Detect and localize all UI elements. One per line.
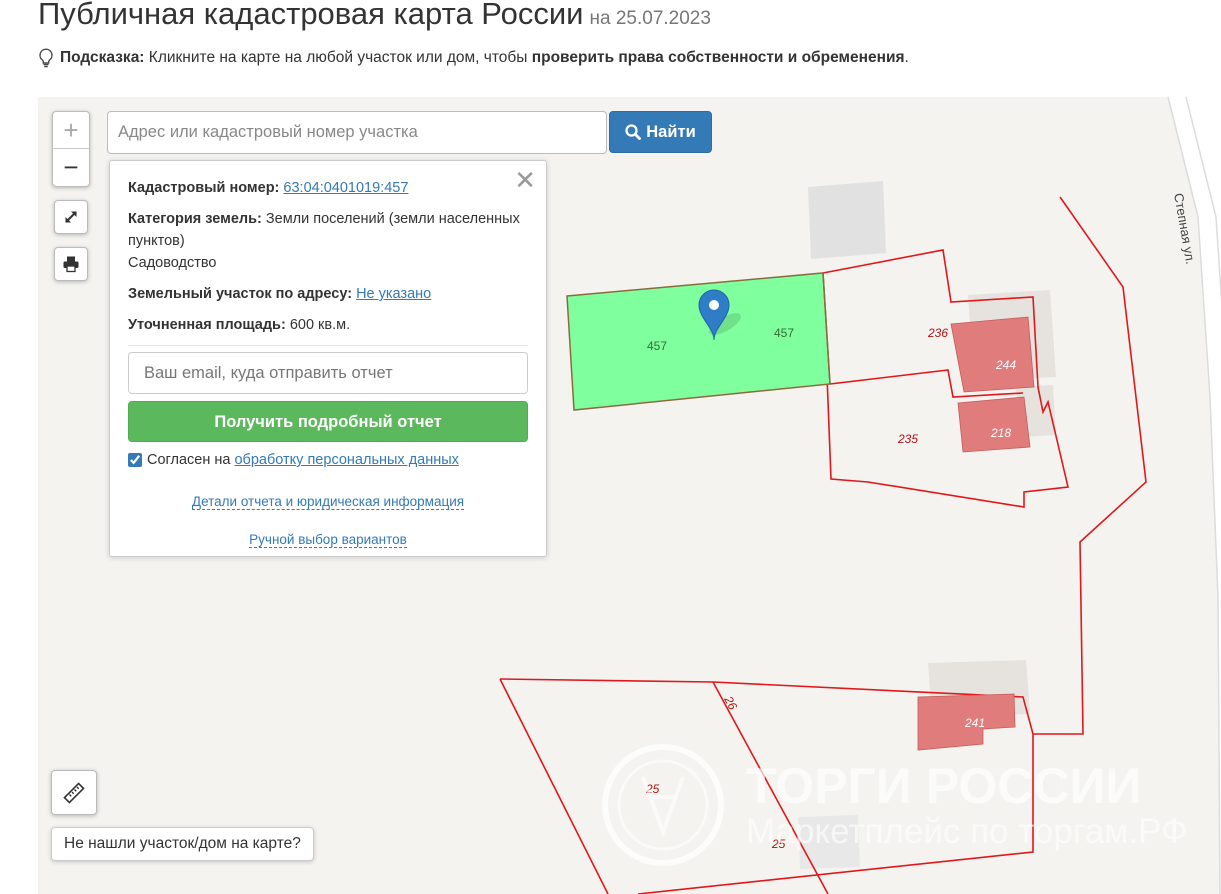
plot-label: 26 [721,693,740,713]
watermark: ТОРГИ РОССИИ Маркетплейс по торгам.РФ [602,744,1188,866]
details-link[interactable]: Детали отчета и юридическая информация [191,494,465,510]
hint: Подсказка: Кликните на карте на любой уч… [38,48,909,68]
area-label: Уточненная площадь: [128,317,286,333]
details-row: Детали отчета и юридическая информация [128,491,528,513]
measure-button[interactable] [51,770,97,815]
category-label: Категория земель: [128,211,262,227]
personal-data-link[interactable]: обработку персональных данных [234,449,458,471]
address-link[interactable]: Не указано [356,286,431,302]
address-row: Земельный участок по адресу: Не указано [128,283,528,305]
plot-boundary [499,678,609,894]
building-red[interactable] [950,316,1035,393]
plot-label: 235 [897,432,918,446]
plot-boundary [1033,196,1147,735]
manual-row: Ручной выбор вариантов [128,529,528,551]
search-input[interactable] [107,111,607,154]
agree-row: Согласен на обработку персональных данны… [128,449,528,471]
email-input[interactable] [128,352,528,394]
get-report-button[interactable]: Получить подробный отчет [128,401,528,442]
not-found-button[interactable]: Не нашли участок/дом на карте? [51,827,314,861]
agree-checkbox[interactable] [128,453,142,467]
hint-bold: проверить права собственности и обремене… [531,49,905,66]
print-button[interactable] [54,247,88,281]
zoom-control: + − [52,111,90,187]
address-label: Земельный участок по адресу: [128,286,353,302]
lightbulb-icon [39,48,53,68]
page-date: на 25.07.2023 [589,8,711,29]
fullscreen-icon [65,211,77,223]
area-value: 600 кв.м. [289,317,351,333]
search-button[interactable]: Найти [609,111,712,153]
selected-plot[interactable] [566,272,831,411]
watermark-subtitle: Маркетплейс по торгам.РФ [746,812,1188,851]
zoom-out-button[interactable]: − [53,149,89,186]
page-title-text: Публичная кадастровая карта России [38,0,584,31]
zoom-in-button[interactable]: + [53,112,89,149]
building-label: 241 [964,716,985,730]
plot-label: 457 [774,326,794,340]
agree-text: Согласен на [147,452,235,468]
print-icon [63,256,79,273]
divider [128,345,528,346]
cadastral-map[interactable]: Степная ул. 457 457 236 235 26 25 25 244… [38,97,1221,894]
ruler-icon [63,781,85,804]
category-sub: Садоводство [128,255,217,271]
plot-info-popup: ✕ Кадастровый номер: 63:04:0401019:457 К… [109,160,547,557]
watermark-title: ТОРГИ РОССИИ [746,758,1141,814]
fullscreen-button[interactable] [54,200,88,234]
close-icon[interactable]: ✕ [514,167,536,193]
plot-label: 457 [647,339,667,353]
building-label: 244 [995,358,1016,372]
search-button-label: Найти [646,122,696,141]
page-title: Публичная кадастровая карта России на 25.… [38,0,711,32]
cadastral-label: Кадастровый номер: [128,180,280,196]
building-grey [808,181,886,259]
hint-end: . [904,49,909,66]
hint-text: Кликните на карте на любой участок или д… [144,49,532,66]
building-red[interactable] [957,396,1031,453]
building-label: 218 [990,426,1011,440]
manual-selection-link[interactable]: Ручной выбор вариантов [249,532,407,548]
hint-label: Подсказка: [60,49,145,66]
cadastral-link[interactable]: 63:04:0401019:457 [283,180,408,196]
category-row: Категория земель: Земли поселений (земли… [128,208,528,274]
cadastral-row: Кадастровый номер: 63:04:0401019:457 [128,177,528,199]
plot-label: 236 [927,326,948,340]
search-icon [625,124,642,140]
area-row: Уточненная площадь: 600 кв.м. [128,314,528,336]
